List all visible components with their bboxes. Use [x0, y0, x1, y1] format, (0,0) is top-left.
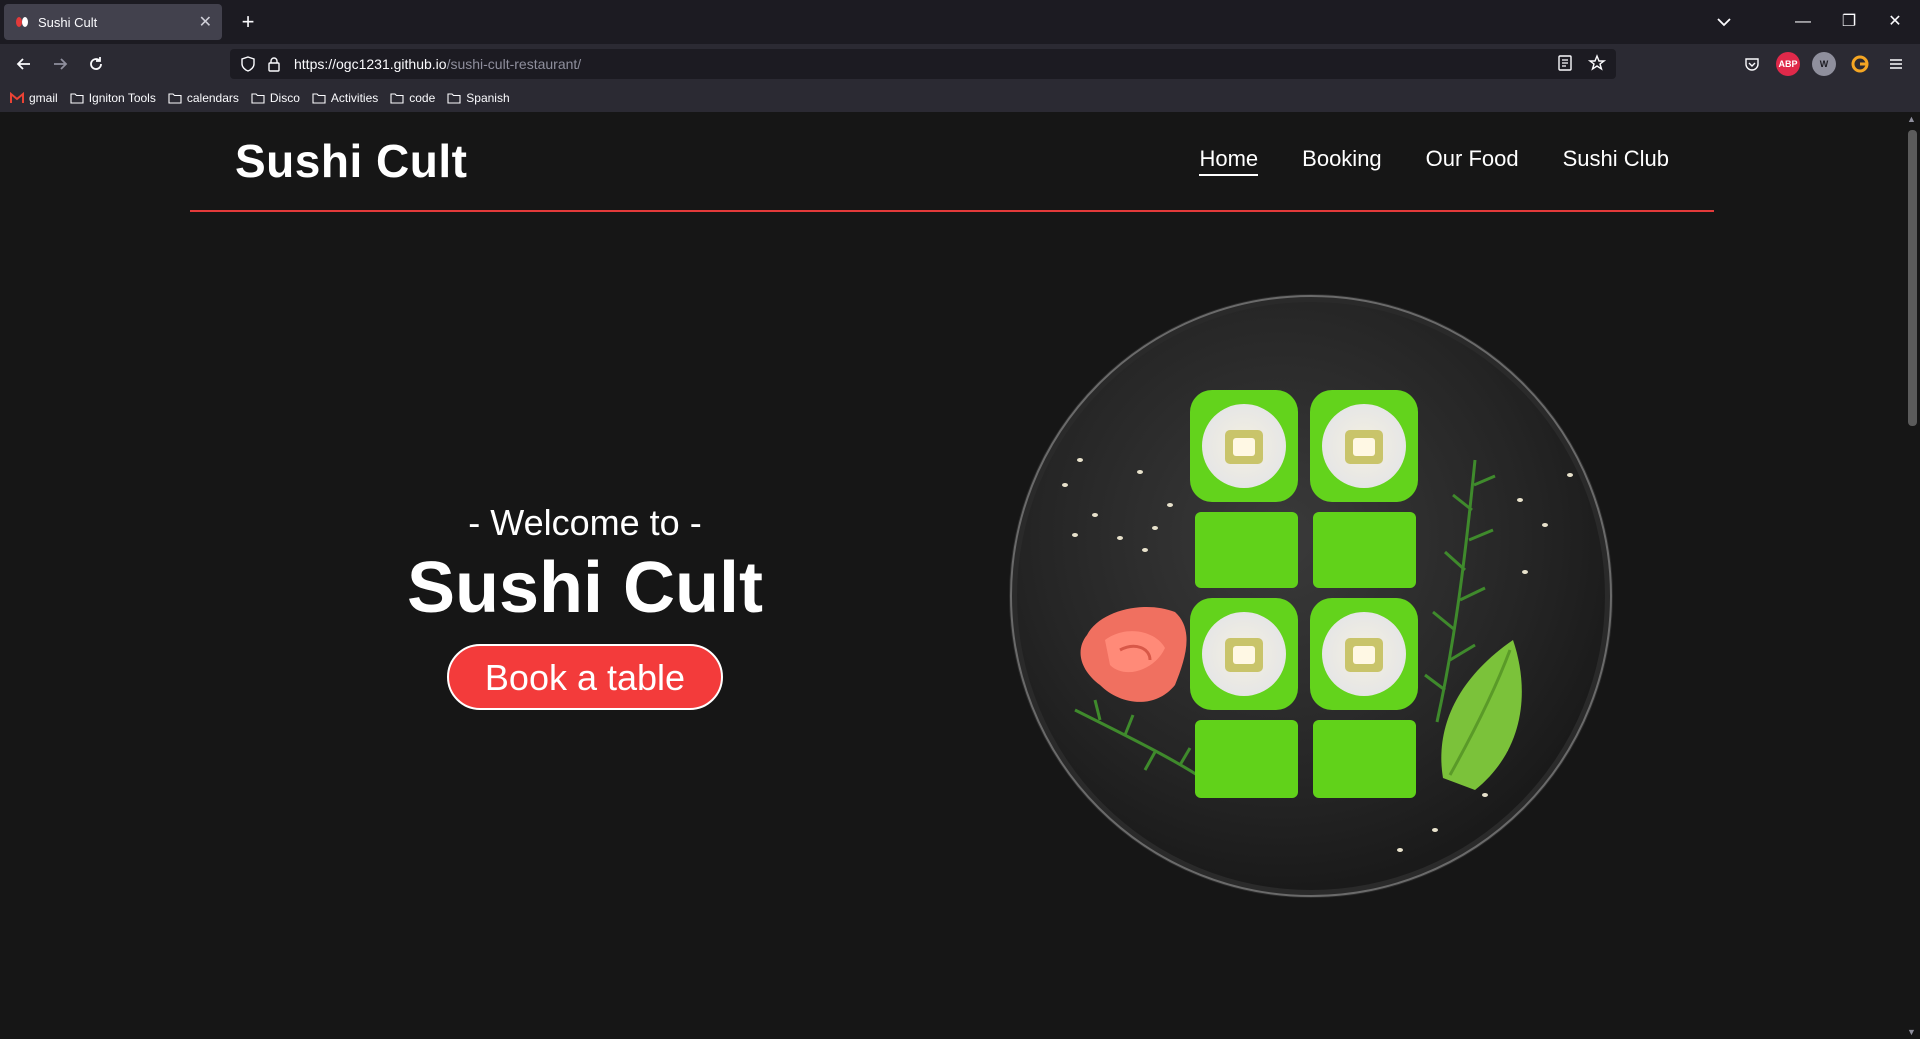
- shield-icon[interactable]: [240, 56, 256, 72]
- reload-button[interactable]: [82, 50, 110, 78]
- nav-booking[interactable]: Booking: [1302, 146, 1382, 176]
- close-window-button[interactable]: ✕: [1872, 6, 1918, 38]
- pocket-icon: [1745, 58, 1759, 71]
- bookmark-folder-code[interactable]: code: [390, 91, 435, 105]
- bookmarks-bar: gmail Igniton Tools calendars Disco Acti…: [0, 84, 1920, 112]
- plate-surface: [1017, 302, 1605, 890]
- hero-title: Sushi Cult: [407, 548, 763, 628]
- site-header: Sushi Cult Home Booking Our Food Sushi C…: [190, 112, 1714, 212]
- folder-icon: [168, 93, 182, 104]
- bookmark-label: code: [409, 91, 436, 105]
- extension-g-icon: [1851, 55, 1869, 73]
- forward-button[interactable]: [46, 50, 74, 78]
- folder-icon: [447, 93, 461, 104]
- scrollbar-thumb[interactable]: [1908, 130, 1917, 426]
- bookmark-gmail[interactable]: gmail: [10, 91, 58, 105]
- bookmark-folder-igniton-tools[interactable]: Igniton Tools: [70, 91, 156, 105]
- browser-tab-bar: Sushi Cult ✕ + — ❐ ✕: [0, 0, 1920, 44]
- bookmark-folder-spanish[interactable]: Spanish: [447, 91, 510, 105]
- hamburger-menu-icon: [1890, 59, 1902, 69]
- grammarly-extension-button[interactable]: [1848, 52, 1872, 76]
- back-button[interactable]: [10, 50, 38, 78]
- menu-button[interactable]: [1884, 52, 1908, 76]
- bookmark-label: Igniton Tools: [88, 91, 156, 105]
- lock-icon[interactable]: [266, 56, 282, 72]
- bookmark-label: Activities: [330, 91, 379, 105]
- minimize-button[interactable]: —: [1780, 6, 1826, 38]
- w-extension-button[interactable]: W: [1812, 52, 1836, 76]
- hero-subtitle: - Welcome to -: [468, 502, 702, 543]
- url-path: /sushi-cult-restaurant/: [446, 56, 582, 72]
- tab-title: Sushi Cult: [38, 14, 98, 30]
- bookmark-label: calendars: [186, 91, 239, 105]
- address-bar[interactable]: https://ogc1231.github.io/sushi-cult-res…: [230, 49, 1616, 79]
- pocket-button[interactable]: [1740, 52, 1764, 76]
- book-table-button[interactable]: Book a table: [446, 644, 724, 710]
- folder-icon: [390, 93, 404, 104]
- restore-button[interactable]: ❐: [1826, 6, 1872, 38]
- site-logo[interactable]: Sushi Cult: [235, 134, 467, 188]
- adblock-extension-button[interactable]: ABP: [1776, 52, 1800, 76]
- scroll-up-icon[interactable]: ▲: [1907, 114, 1916, 124]
- url-host: https://ogc1231.github.io: [294, 56, 447, 72]
- sushi-plate-image: [1005, 290, 1617, 902]
- scroll-down-icon[interactable]: ▼: [1907, 1027, 1916, 1037]
- nav-sushi-club[interactable]: Sushi Club: [1563, 146, 1669, 176]
- bookmark-label: gmail: [29, 91, 58, 105]
- bookmark-label: Disco: [269, 91, 300, 105]
- bookmark-star-icon[interactable]: [1588, 54, 1606, 72]
- gmail-icon: [10, 92, 24, 103]
- bookmark-folder-disco[interactable]: Disco: [251, 91, 300, 105]
- web-page: Sushi Cult Home Booking Our Food Sushi C…: [0, 112, 1904, 1039]
- hero-section: - Welcome to - Sushi Cult Book a table: [360, 502, 810, 710]
- new-tab-button[interactable]: +: [234, 8, 262, 36]
- close-tab-icon[interactable]: ✕: [199, 12, 212, 32]
- nav-our-food[interactable]: Our Food: [1426, 146, 1519, 176]
- site-nav: Home Booking Our Food Sushi Club: [1199, 146, 1669, 176]
- reload-icon: [90, 57, 102, 70]
- nav-home[interactable]: Home: [1199, 146, 1259, 176]
- site-favicon-icon: [16, 17, 28, 27]
- arrow-right-icon: [54, 58, 68, 70]
- reader-view-icon[interactable]: [1556, 54, 1574, 72]
- folder-icon: [251, 93, 265, 104]
- bookmark-folder-activities[interactable]: Activities: [312, 91, 378, 105]
- chevron-down-icon: [1717, 18, 1731, 27]
- arrow-left-icon: [16, 58, 30, 70]
- bookmark-folder-calendars[interactable]: calendars: [168, 91, 239, 105]
- list-tabs-button[interactable]: [1710, 8, 1738, 36]
- url-text[interactable]: https://ogc1231.github.io/sushi-cult-res…: [294, 56, 581, 72]
- page-scrollbar[interactable]: ▲ ▼: [1904, 112, 1920, 1039]
- browser-tab[interactable]: Sushi Cult ✕: [4, 4, 222, 40]
- sushi-plate-illustration: [1009, 294, 1613, 898]
- folder-icon: [70, 93, 84, 104]
- browser-toolbar: https://ogc1231.github.io/sushi-cult-res…: [0, 44, 1920, 84]
- folder-icon: [312, 93, 326, 104]
- bookmark-label: Spanish: [466, 91, 510, 105]
